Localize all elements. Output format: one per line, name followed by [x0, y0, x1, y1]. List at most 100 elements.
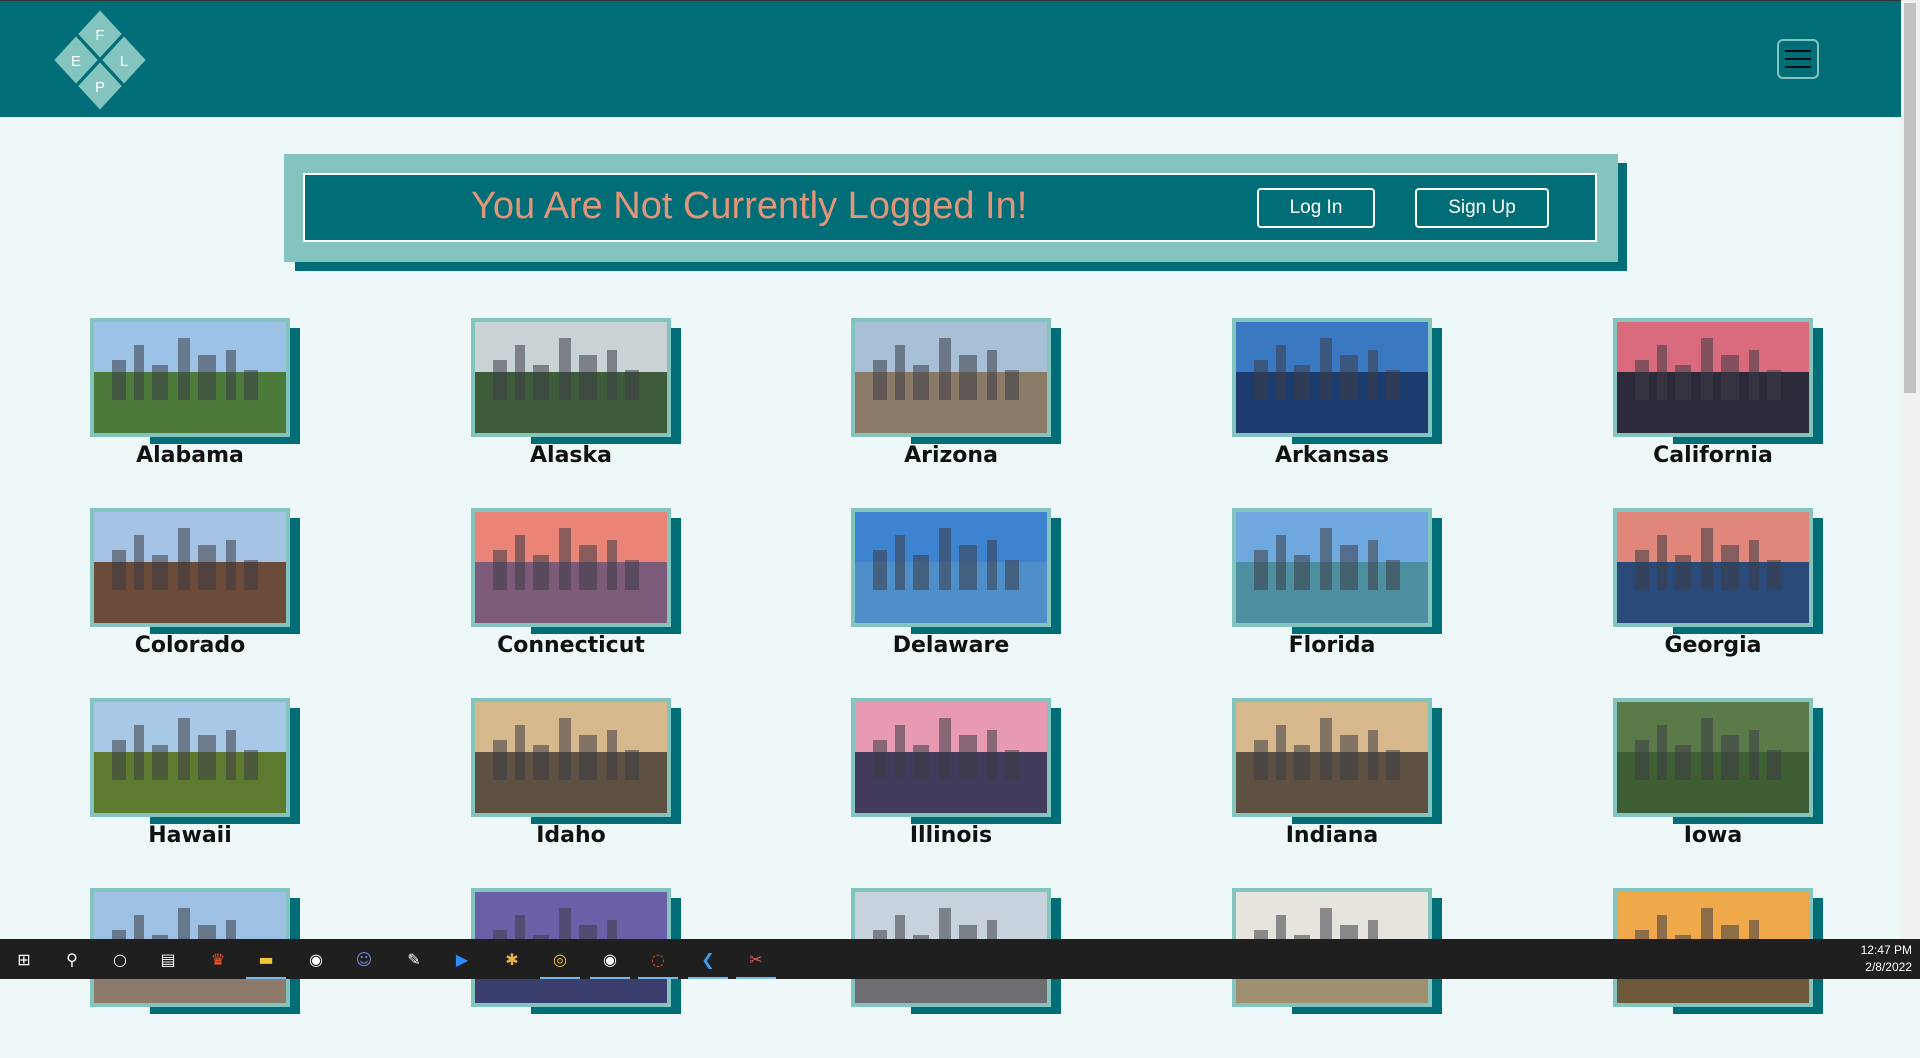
site-logo[interactable]: F E L P: [53, 9, 147, 111]
photo-building: [226, 729, 236, 780]
photo-building: [1340, 544, 1358, 590]
state-photo[interactable]: [90, 698, 290, 817]
login-button[interactable]: Log In: [1257, 188, 1375, 228]
state-photo[interactable]: [851, 698, 1051, 817]
signup-button[interactable]: Sign Up: [1415, 188, 1549, 228]
state-photo[interactable]: [851, 318, 1051, 437]
photo-building: [244, 369, 258, 400]
game-icon[interactable]: ✎: [400, 945, 428, 973]
steam-icon[interactable]: ◉: [302, 945, 330, 973]
hamburger-icon-bar: [1785, 66, 1811, 68]
state-card[interactable]: Georgia: [1613, 508, 1833, 678]
discord-icon[interactable]: ☺: [350, 945, 378, 973]
state-card[interactable]: Florida: [1232, 508, 1452, 678]
windows-start-icon[interactable]: ⊞: [10, 945, 38, 973]
state-photo[interactable]: [851, 508, 1051, 627]
state-name[interactable]: Illinois: [851, 823, 1051, 848]
state-photo[interactable]: [1232, 318, 1432, 437]
photo-building: [873, 549, 887, 590]
photo-building: [198, 544, 216, 590]
state-photo[interactable]: [90, 508, 290, 627]
cortana-icon[interactable]: ○: [106, 945, 134, 973]
state-name[interactable]: Alabama: [90, 443, 290, 468]
photo-building: [1386, 559, 1400, 590]
photo-building: [1675, 364, 1691, 400]
state-card[interactable]: Illinois: [851, 698, 1071, 868]
state-card[interactable]: Idaho: [471, 698, 691, 868]
zoom-icon[interactable]: ▶: [448, 945, 476, 973]
photo-building: [152, 364, 168, 400]
steam-client-icon[interactable]: ◉: [596, 945, 624, 973]
photo-building: [873, 739, 887, 780]
state-name[interactable]: Alaska: [471, 443, 671, 468]
photo-building: [895, 534, 905, 590]
state-name[interactable]: Florida: [1232, 633, 1432, 658]
photo-building: [1635, 739, 1649, 780]
photo-building: [515, 344, 525, 400]
state-photo[interactable]: [471, 318, 671, 437]
state-name[interactable]: Delaware: [851, 633, 1051, 658]
state-name[interactable]: Indiana: [1232, 823, 1432, 848]
photo-building: [1368, 349, 1378, 400]
photo-building: [607, 729, 617, 780]
vscode-icon[interactable]: ❮: [694, 945, 722, 973]
state-photo[interactable]: [1613, 698, 1813, 817]
photo-building: [895, 344, 905, 400]
state-card[interactable]: Alaska: [471, 318, 691, 488]
state-photo[interactable]: [1232, 698, 1432, 817]
photo-building: [1635, 549, 1649, 590]
slack-icon[interactable]: ✱: [498, 945, 526, 973]
system-clock[interactable]: 12:47 PM 2/8/2022: [1861, 942, 1912, 976]
state-name[interactable]: Arkansas: [1232, 443, 1432, 468]
windows-taskbar: ⊞ ⚲ ○ ▤ ♛ ▬ ◉ ☺ ✎ ▶ ✱ ◎ ◉ ◌ ❮ ✂ 12:47 PM 2/8/2022: [0, 939, 1920, 979]
state-photo[interactable]: [1613, 508, 1813, 627]
state-photo[interactable]: [471, 698, 671, 817]
photo-building: [873, 359, 887, 400]
state-card[interactable]: Alabama: [90, 318, 310, 488]
photo-building: [1767, 749, 1781, 780]
photo-building: [1005, 369, 1019, 400]
state-card[interactable]: Hawaii: [90, 698, 310, 868]
state-name[interactable]: Connecticut: [471, 633, 671, 658]
file-explorer-icon[interactable]: ▬: [252, 945, 280, 973]
ubuntu-icon[interactable]: ◌: [644, 945, 672, 973]
photo-building: [1675, 554, 1691, 590]
state-name[interactable]: Hawaii: [90, 823, 290, 848]
state-name[interactable]: Georgia: [1613, 633, 1813, 658]
state-card[interactable]: Delaware: [851, 508, 1071, 678]
state-name[interactable]: Colorado: [90, 633, 290, 658]
search-icon[interactable]: ⚲: [58, 945, 86, 973]
state-photo[interactable]: [471, 508, 671, 627]
photo-building: [112, 359, 126, 400]
state-name[interactable]: Iowa: [1613, 823, 1813, 848]
state-photo[interactable]: [90, 318, 290, 437]
state-card[interactable]: Arizona: [851, 318, 1071, 488]
photo-building: [493, 739, 507, 780]
task-view-icon[interactable]: ▤: [154, 945, 182, 973]
photo-building: [533, 744, 549, 780]
not-logged-in-message: You Are Not Currently Logged In!: [471, 185, 1028, 227]
state-card[interactable]: Indiana: [1232, 698, 1452, 868]
scrollbar-thumb[interactable]: [1904, 3, 1916, 393]
photo-building: [152, 554, 168, 590]
brave-browser-icon[interactable]: ♛: [204, 945, 232, 973]
state-card[interactable]: Colorado: [90, 508, 310, 678]
state-photo[interactable]: [1613, 318, 1813, 437]
snipping-tool-icon[interactable]: ✂: [742, 945, 770, 973]
state-name[interactable]: California: [1613, 443, 1813, 468]
photo-building: [134, 344, 144, 400]
state-card[interactable]: California: [1613, 318, 1833, 488]
state-photo[interactable]: [1232, 508, 1432, 627]
photo-building: [1276, 534, 1286, 590]
photo-building: [533, 364, 549, 400]
photo-building: [244, 749, 258, 780]
state-card[interactable]: Connecticut: [471, 508, 691, 678]
hamburger-menu-button[interactable]: [1777, 39, 1819, 79]
photo-building: [913, 554, 929, 590]
state-name[interactable]: Arizona: [851, 443, 1051, 468]
state-card[interactable]: Iowa: [1613, 698, 1833, 868]
state-name[interactable]: Idaho: [471, 823, 671, 848]
state-card[interactable]: Arkansas: [1232, 318, 1452, 488]
photo-building: [1721, 734, 1739, 780]
chrome-icon[interactable]: ◎: [546, 945, 574, 973]
